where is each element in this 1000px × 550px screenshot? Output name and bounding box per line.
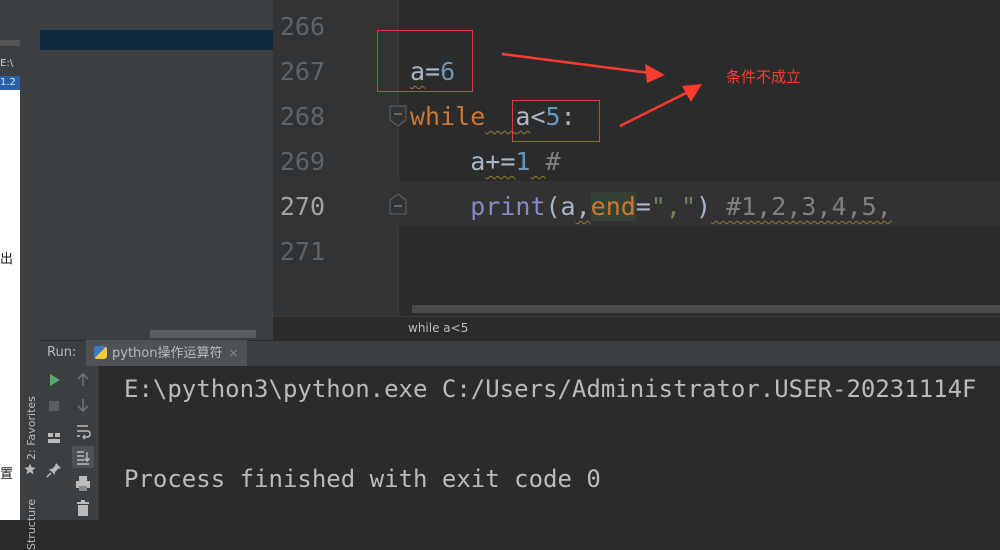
arrow-down-icon[interactable] (72, 394, 94, 416)
edge-text: 出 (0, 252, 14, 267)
run-toolbar-secondary (68, 366, 99, 520)
code-line[interactable]: print(a,end=",") #1,2,3,4,5, (410, 184, 892, 229)
star-icon[interactable] (24, 463, 36, 475)
trash-icon[interactable] (72, 497, 94, 519)
line-number: 266 (279, 12, 325, 41)
breadcrumb[interactable]: while a<5 (408, 316, 468, 340)
arrow-up-icon[interactable] (72, 369, 94, 391)
fold-end-icon[interactable] (388, 192, 408, 216)
console-line: E:\python3\python.exe C:/Users/Administr… (124, 375, 977, 403)
run-config-tab[interactable]: python操作运算符 × (86, 340, 247, 366)
code-line[interactable]: a+=1 # (410, 139, 560, 184)
project-scrollbar[interactable] (150, 330, 256, 338)
soft-wrap-icon[interactable] (72, 420, 94, 442)
run-tab-label: python操作运算符 (112, 346, 223, 361)
python-icon (94, 346, 107, 359)
editor-horizontal-scrollbar[interactable] (412, 305, 1000, 313)
project-panel (40, 0, 273, 340)
close-icon[interactable]: × (228, 346, 238, 360)
favorites-tab[interactable]: 2: Favorites (25, 396, 38, 460)
line-number-current: 270 (279, 192, 325, 221)
annotation-box-assignment (377, 30, 473, 92)
line-number: 271 (279, 237, 325, 266)
selected-tree-item[interactable] (40, 30, 273, 50)
breadcrumb-bar (273, 316, 1000, 341)
edge-text: 置 (0, 467, 14, 482)
path-fragment: E:\ (0, 58, 14, 69)
structure-tab[interactable]: Structure (25, 499, 38, 550)
annotation-arrows (501, 52, 702, 128)
background-window: E:\ 1.2 出 置 (0, 0, 20, 520)
scroll-to-end-icon (77, 451, 90, 465)
layout-icon[interactable] (43, 427, 65, 449)
print-icon[interactable] (72, 472, 94, 494)
stop-icon[interactable] (43, 395, 65, 417)
line-number: 269 (279, 147, 325, 176)
line-number: 267 (279, 57, 325, 86)
pin-icon[interactable] (43, 459, 65, 481)
line-number: 268 (279, 102, 325, 131)
scroll-to-end-toggle[interactable] (72, 446, 94, 468)
favorites-strip: 2: Favorites Structure (20, 340, 40, 550)
run-icon[interactable] (43, 369, 65, 391)
fold-collapse-icon[interactable] (388, 104, 408, 128)
console-line: Process finished with exit code 0 (124, 465, 601, 493)
run-toolbar-primary (40, 366, 68, 520)
line-fragment: 1.2 (0, 76, 20, 90)
run-label: Run: (47, 345, 77, 360)
annotation-text: 条件不成立 (726, 68, 802, 86)
